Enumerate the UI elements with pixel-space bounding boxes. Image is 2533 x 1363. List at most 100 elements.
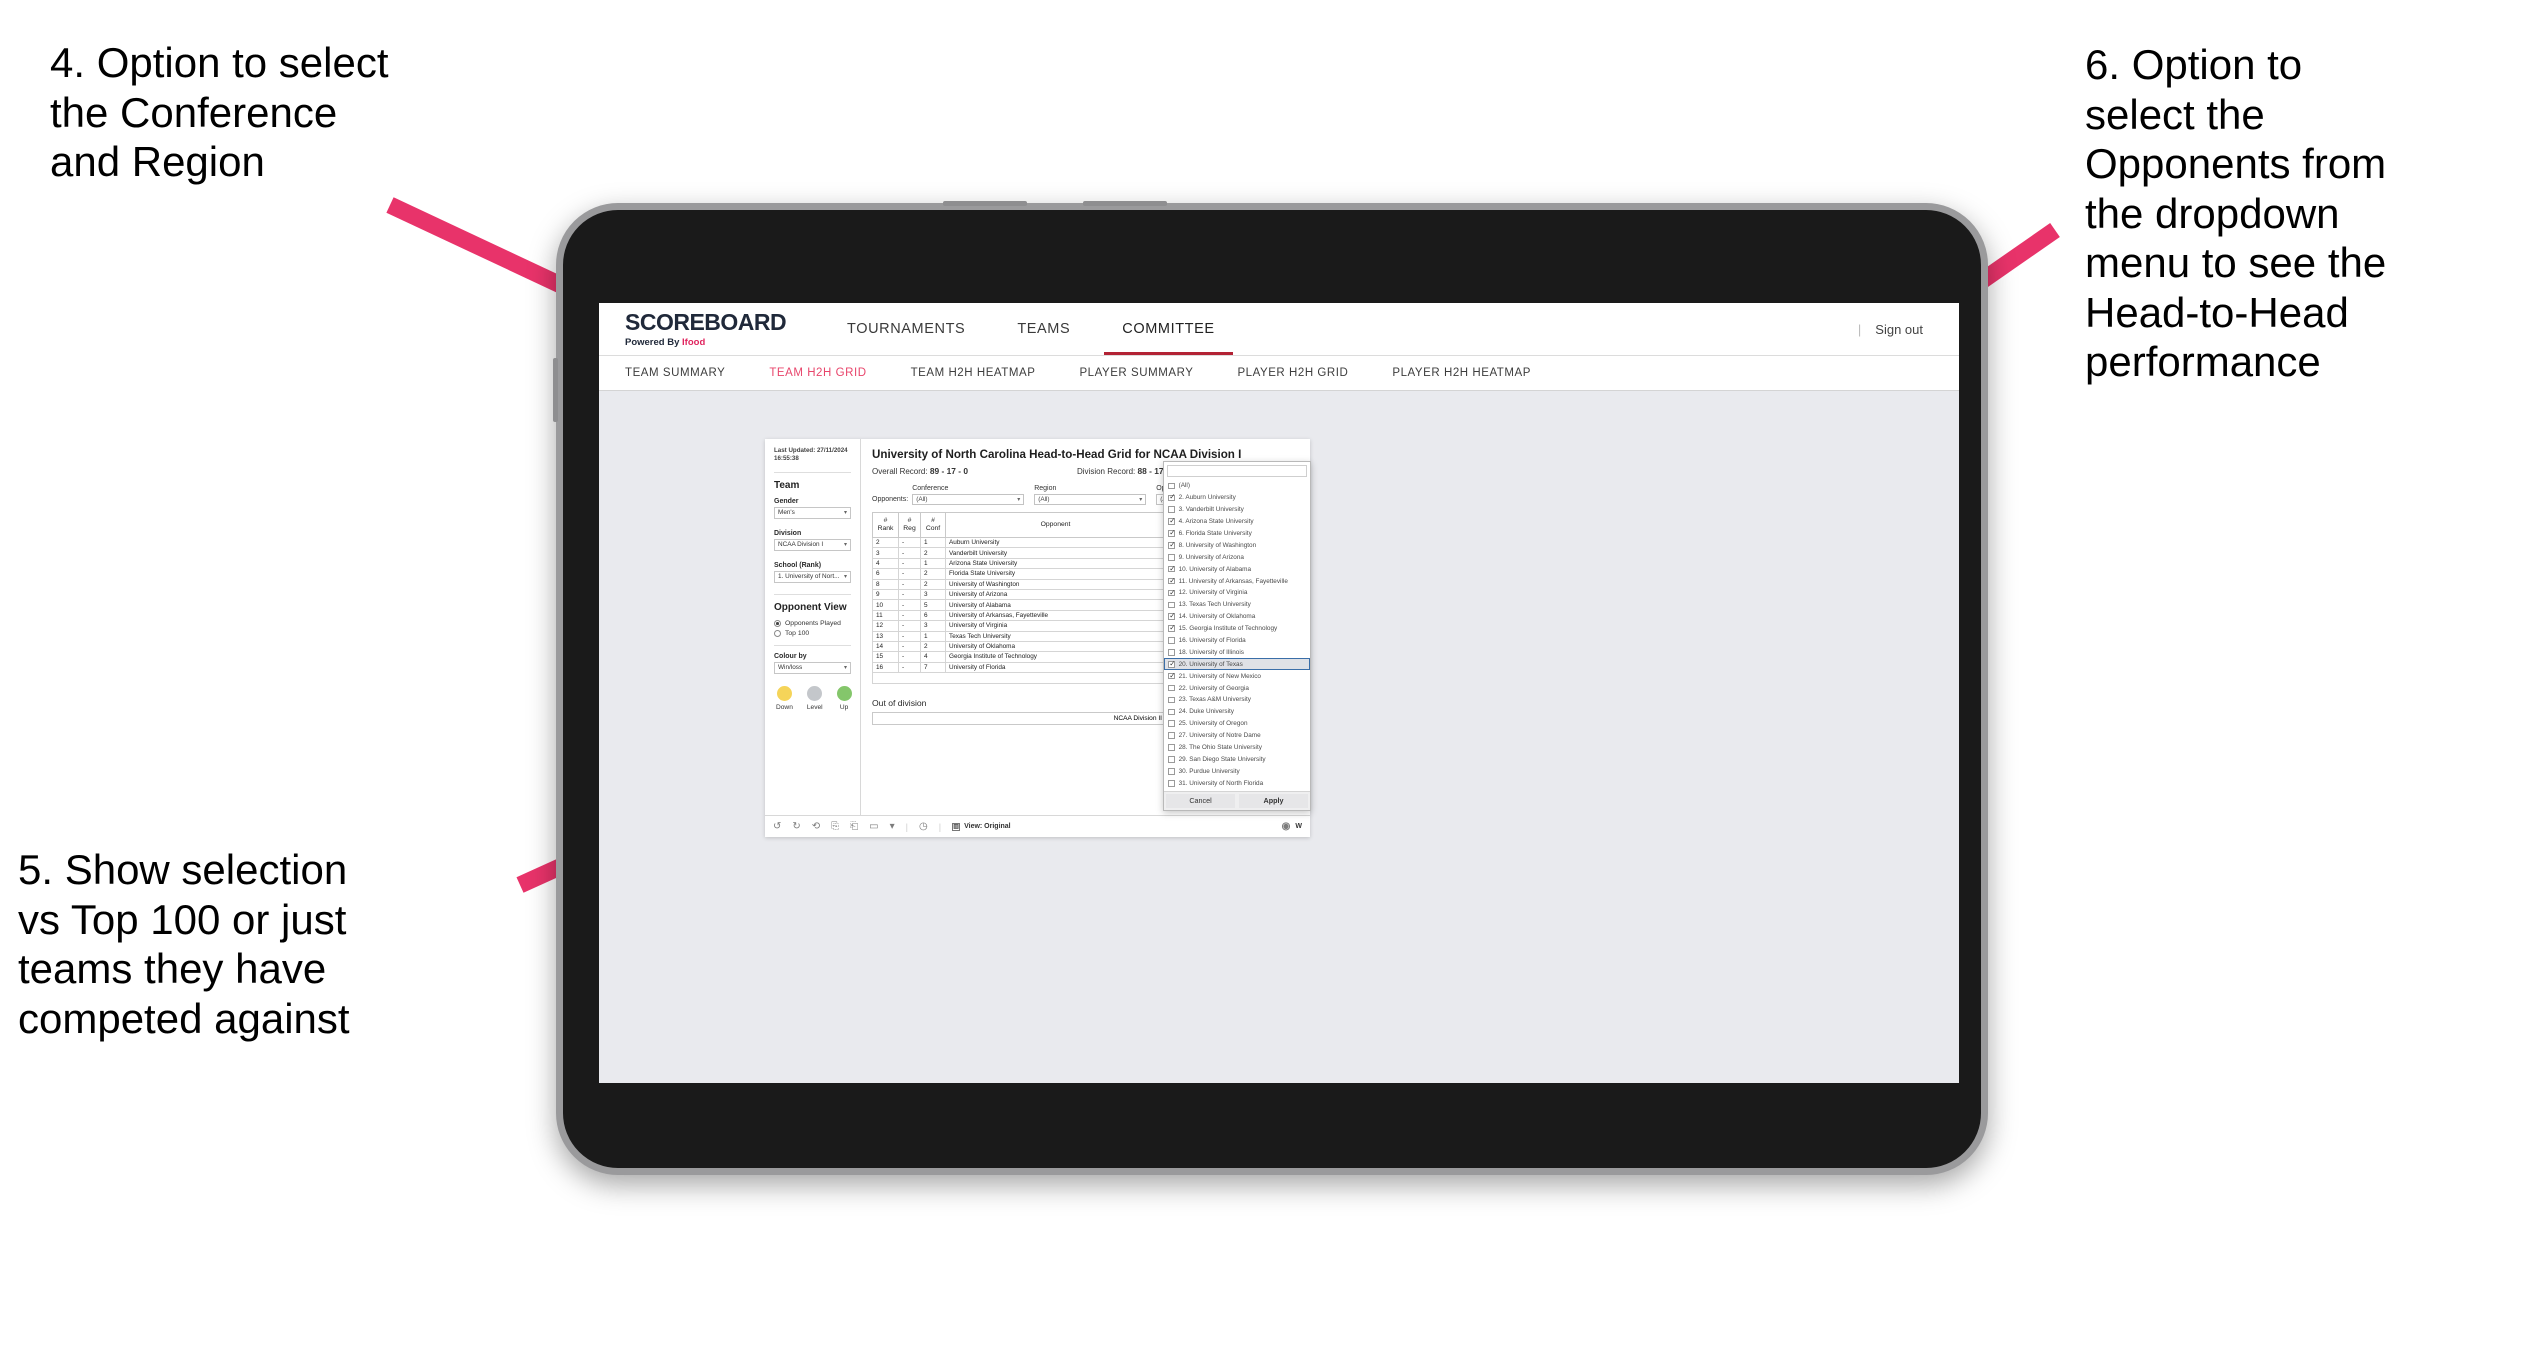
checkbox-icon[interactable]: [1168, 506, 1175, 514]
dropdown-option[interactable]: 25. University of Oregon: [1164, 718, 1310, 730]
refresh-icon[interactable]: ⎘: [831, 821, 839, 832]
dropdown-option[interactable]: 2. Auburn University: [1164, 492, 1310, 504]
tab-player-h2h-grid[interactable]: PLAYER H2H GRID: [1215, 367, 1370, 379]
checkbox-icon[interactable]: [1168, 768, 1175, 775]
dropdown-option[interactable]: 9. University of Arizona: [1164, 551, 1310, 563]
redo-icon[interactable]: ↻: [792, 821, 800, 832]
checkbox-icon[interactable]: [1168, 529, 1175, 537]
eye-icon[interactable]: ◉: [1282, 821, 1291, 832]
volume-down-button[interactable]: [1083, 201, 1167, 206]
app-logo[interactable]: SCOREBOARD Powered By Ifood: [625, 310, 787, 348]
dropdown-option[interactable]: 27. University of Notre Dame: [1164, 730, 1310, 742]
volume-up-button[interactable]: [943, 201, 1027, 206]
gender-select[interactable]: Men's ▾: [774, 506, 851, 519]
dropdown-option[interactable]: 15. Georgia Institute of Technology: [1164, 623, 1310, 635]
dropdown-option[interactable]: 16. University of Florida: [1164, 635, 1310, 647]
dropdown-option[interactable]: 22. University of Georgia: [1164, 682, 1310, 694]
checkbox-icon[interactable]: [1168, 720, 1175, 728]
dropdown-option[interactable]: 30. Purdue University: [1164, 765, 1310, 777]
dropdown-option[interactable]: 20. University of Texas: [1164, 658, 1310, 671]
dropdown-option[interactable]: 13. Texas Tech University: [1164, 599, 1310, 611]
division-select[interactable]: NCAA Division I ▾: [774, 538, 851, 551]
region-select[interactable]: (All) ▾: [1034, 494, 1147, 505]
dropdown-option[interactable]: 23. Texas A&M University: [1164, 694, 1310, 706]
checkbox-icon[interactable]: [1168, 684, 1175, 692]
col-opponent[interactable]: Opponent: [945, 512, 1166, 538]
checkbox-icon[interactable]: [1168, 565, 1175, 573]
nav-item-tournaments[interactable]: TOURNAMENTS: [821, 303, 991, 355]
checkbox-icon[interactable]: [1168, 482, 1175, 490]
dropdown-option[interactable]: 29. San Diego State University: [1164, 753, 1310, 765]
checkbox-icon[interactable]: [1168, 732, 1175, 739]
clock-icon[interactable]: ◷: [919, 821, 928, 832]
conference-select[interactable]: (All) ▾: [912, 494, 1025, 505]
col-conf-l2: Conf: [925, 525, 941, 532]
dropdown-option[interactable]: 14. University of Oklahoma: [1164, 611, 1310, 623]
col-conf-l1: #: [931, 517, 935, 525]
checkbox-icon[interactable]: [1168, 696, 1175, 704]
legend-label-up: Up: [839, 703, 849, 711]
checkbox-icon[interactable]: [1168, 589, 1175, 597]
checkbox-icon[interactable]: [1168, 779, 1175, 787]
checkbox-icon[interactable]: [1168, 744, 1175, 751]
checkbox-icon[interactable]: [1168, 517, 1175, 525]
undo-icon[interactable]: ↺: [773, 821, 781, 832]
dropdown-option[interactable]: 18. University of Illinois: [1164, 646, 1310, 658]
dropdown-option-label: 27. University of Notre Dame: [1178, 732, 1261, 740]
dropdown-option[interactable]: 3. Vanderbilt University: [1164, 504, 1310, 516]
revert-icon[interactable]: ⟲: [812, 821, 820, 832]
checkbox-icon[interactable]: [1168, 637, 1175, 644]
school-select[interactable]: 1. University of Nort... ▾: [774, 570, 851, 583]
tab-team-summary[interactable]: TEAM SUMMARY: [599, 367, 747, 379]
checkbox-icon[interactable]: [1168, 649, 1175, 656]
colour-by-select[interactable]: Win/loss ▾: [774, 661, 851, 674]
tab-player-h2h-heatmap[interactable]: PLAYER H2H HEATMAP: [1370, 367, 1553, 379]
dropdown-option[interactable]: 4. Arizona State University: [1164, 516, 1310, 528]
legend-item-level: Level: [807, 685, 823, 711]
dropdown-option[interactable]: 28. The Ohio State University: [1164, 742, 1310, 754]
chevron-down-icon[interactable]: ▾: [890, 821, 895, 832]
tab-team-h2h-heatmap[interactable]: TEAM H2H HEATMAP: [889, 367, 1058, 379]
tab-player-summary[interactable]: PLAYER SUMMARY: [1057, 367, 1215, 379]
checkbox-icon[interactable]: [1168, 577, 1175, 585]
region-value: (All): [1038, 496, 1050, 503]
checkbox-icon[interactable]: [1168, 612, 1175, 621]
highlight-icon[interactable]: ▭: [869, 821, 878, 832]
dropdown-option-label: 23. Texas A&M University: [1178, 696, 1251, 704]
cell-reg: -: [898, 620, 921, 632]
checkbox-icon[interactable]: [1168, 624, 1175, 632]
dropdown-option[interactable]: 10. University of Alabama: [1164, 563, 1310, 575]
col-rank[interactable]: # Rank: [872, 512, 899, 538]
apply-button[interactable]: Apply: [1239, 794, 1308, 809]
sign-out-link[interactable]: Sign out: [1875, 322, 1923, 337]
dropdown-option[interactable]: 21. University of New Mexico: [1164, 670, 1310, 682]
col-reg[interactable]: # Reg: [898, 512, 921, 538]
dropdown-option[interactable]: 8. University of Washington: [1164, 539, 1310, 551]
checkbox-icon[interactable]: [1168, 493, 1175, 502]
nav-item-teams[interactable]: TEAMS: [991, 303, 1096, 355]
dropdown-option[interactable]: 6. Florida State University: [1164, 528, 1310, 540]
checkbox-icon[interactable]: [1168, 553, 1175, 561]
view-original-button[interactable]: ▥ View: Original: [952, 822, 1011, 831]
dropdown-option[interactable]: 12. University of Virginia: [1164, 587, 1310, 599]
cancel-button[interactable]: Cancel: [1166, 794, 1235, 809]
radio-opponents-played[interactable]: Opponents Played: [774, 619, 851, 627]
dropdown-option[interactable]: 24. Duke University: [1164, 706, 1310, 718]
col-conf[interactable]: # Conf: [920, 512, 946, 538]
power-button[interactable]: [553, 358, 558, 422]
checkbox-icon[interactable]: [1168, 660, 1175, 668]
tab-team-h2h-grid[interactable]: TEAM H2H GRID: [747, 367, 888, 379]
checkbox-icon[interactable]: [1168, 708, 1175, 716]
checkbox-icon[interactable]: [1168, 672, 1175, 680]
dropdown-option[interactable]: (All): [1164, 480, 1310, 492]
checkbox-icon[interactable]: [1168, 601, 1175, 609]
dropdown-option[interactable]: 11. University of Arkansas, Fayetteville: [1164, 575, 1310, 587]
checkbox-icon[interactable]: [1168, 756, 1175, 763]
pause-icon[interactable]: ⎗: [850, 821, 858, 832]
nav-item-committee[interactable]: COMMITTEE: [1096, 303, 1240, 355]
opponent-search-input[interactable]: [1167, 465, 1307, 477]
checkbox-icon[interactable]: [1168, 541, 1175, 549]
dropdown-option[interactable]: 31. University of North Florida: [1164, 777, 1310, 789]
radio-top-100[interactable]: Top 100: [774, 629, 851, 637]
cell-opponent: University of Oklahoma: [945, 640, 1166, 653]
